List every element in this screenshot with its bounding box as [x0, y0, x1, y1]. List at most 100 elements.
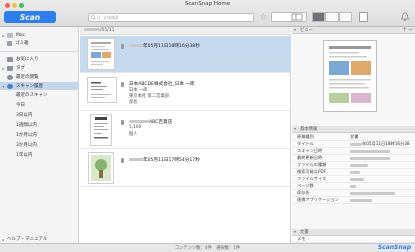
scan-history-icon [7, 83, 13, 89]
redacted-text [350, 156, 390, 160]
prop-row: ファイルサイズ [292, 176, 415, 183]
pane-layout-icon [291, 13, 303, 21]
disclosure-icon[interactable]: ▸ [0, 33, 7, 38]
preview-title: ビュー [300, 28, 313, 33]
sidebar-item-3months[interactable]: 3か月以内 [16, 142, 37, 148]
redacted-text [350, 149, 390, 153]
sidebar-item-label: Mac [16, 32, 26, 38]
sidebar-item-today[interactable]: 今日 [16, 102, 25, 108]
brand-logo: ScanSnap [377, 244, 411, 251]
redacted-text [350, 184, 356, 188]
sidebar-item-favorites[interactable]: お気に入り [0, 55, 79, 63]
sidebar-item-label: ゴミ箱 [15, 41, 29, 46]
detail-pane: ▾ ビュー + − ▾ 基本情報 原稿種別 文書 タイトル 年05月11日18時… [292, 26, 415, 243]
toolbar: ScanSnap Home Scan Q- 全体検索 ☆ [0, 0, 415, 27]
sidebar-item-mac[interactable]: ▸ Mac [0, 31, 79, 39]
disclosure-icon[interactable]: ▾ [294, 126, 296, 131]
document-thumbnail [87, 38, 115, 70]
item-detail: 5,160 [129, 125, 142, 130]
document-preview[interactable] [323, 40, 377, 112]
favorites-icon [7, 56, 13, 62]
tag-icon [7, 65, 13, 71]
content-list: /05/11 年05月11日18時16分38秒 日本ABCDE株式会社_日本 一… [80, 27, 291, 243]
redacted-text [350, 177, 364, 181]
prop-key: ファイルサイズ [297, 176, 327, 181]
favorite-star-icon[interactable]: ☆ [259, 12, 268, 22]
detail-view-icon[interactable] [325, 12, 339, 22]
zoom-out-button[interactable]: − [408, 26, 413, 33]
thumbnail-view-icon[interactable] [338, 12, 352, 22]
view-mode-switch[interactable] [312, 12, 352, 22]
sidebar-item-scan-history[interactable]: ▾ スキャン履歴 [0, 82, 79, 90]
prop-key: 最終更新日時 [297, 155, 323, 160]
notification-bell-icon[interactable] [400, 12, 410, 22]
prop-row: ページ数 [292, 183, 415, 190]
search-icon [91, 15, 96, 20]
info-section-header[interactable]: ▾ 基本情報 [292, 126, 415, 133]
redacted-text [129, 44, 143, 47]
pane-toggle-button[interactable] [271, 12, 307, 22]
prop-key: 原稿種別 [297, 134, 314, 139]
prop-key: ファイルの種類 [297, 162, 327, 167]
zoom-in-button[interactable]: + [402, 26, 407, 33]
prop-key: タイトル [297, 141, 314, 146]
sidebar-item-label: 最近の閲覧 [16, 75, 39, 80]
list-item[interactable]: 年05月11日17時54分17秒 [80, 150, 291, 187]
sidebar-item-1year[interactable]: 1年以内 [16, 152, 32, 158]
prop-value[interactable]: 文書 [350, 134, 358, 140]
disclosure-icon[interactable]: ▸ [0, 66, 7, 71]
sidebar: ▸ Mac ゴミ箱 お気に入り ▸ タグ 最近の閲覧 ▾ スキャン履歴 最近のス… [0, 27, 79, 243]
redacted-text [350, 191, 395, 195]
memo-field[interactable]: メモ [292, 236, 415, 243]
receipt-thumbnail [90, 114, 112, 146]
prop-key: 連携アプリケーション [297, 197, 339, 202]
prop-row: タイトル 年05月11日18時16分38 [292, 141, 415, 148]
redacted-text [84, 28, 100, 31]
business-card-thumbnail [87, 77, 117, 103]
item-title: 年05月11日17時54分17秒 [143, 158, 200, 163]
disclosure-icon[interactable]: ▾ [0, 84, 7, 89]
sidebar-item-trash[interactable]: ゴミ箱 [0, 39, 79, 47]
list-item[interactable]: ABC百貨店 5,160 個人 [80, 112, 291, 149]
help-manual-link[interactable]: ▸ ヘルプ・マニュアル [0, 235, 79, 243]
memo-section-header[interactable]: ▾ 文書 [292, 229, 415, 236]
scan-source-icon [121, 120, 124, 125]
search-placeholder: Q- 全体検索 [97, 15, 119, 20]
prop-row: 最終更新日時 [292, 155, 415, 162]
disclosure-icon[interactable]: ▾ [294, 229, 296, 234]
status-bar: コンテンツ数：4件 選択数：1件 ScanSnap [0, 243, 415, 252]
status-message: コンテンツ数：4件 選択数：1件 [174, 246, 241, 251]
redacted-text [350, 170, 360, 174]
sidebar-item-tags[interactable]: ▸ タグ [0, 64, 79, 72]
sidebar-item-label: タグ [16, 66, 25, 71]
preview-section-header[interactable]: ▾ ビュー + − [292, 26, 415, 34]
disclosure-icon[interactable]: ▾ [294, 27, 296, 32]
sidebar-item-1month[interactable]: 1か月以内 [16, 132, 37, 138]
info-title: 基本情報 [300, 127, 318, 132]
redacted-text [350, 142, 362, 146]
scan-source-icon [121, 158, 124, 163]
memo-label: メモ [297, 236, 306, 241]
calendar-icon[interactable] [359, 12, 368, 22]
prop-key: 検索可能なPDF [297, 169, 327, 174]
prop-key: スキャン日時 [297, 148, 323, 153]
divider [0, 51, 79, 52]
prop-row: 保存先 [292, 190, 415, 197]
sidebar-item-latest[interactable]: 最近のスキャン [16, 92, 48, 98]
scan-button[interactable]: Scan [4, 11, 56, 23]
item-title: ABC百貨店 [149, 120, 173, 125]
item-detail: 個人 [129, 132, 138, 137]
help-label: ヘルプ・マニュアル [7, 237, 48, 242]
prop-value[interactable]: 年05月11日18時16分38 [362, 141, 410, 146]
memo-title: 文書 [300, 230, 309, 235]
sidebar-item-1week[interactable]: 1週間以内 [16, 122, 37, 128]
search-input[interactable]: Q- 全体検索 [88, 13, 254, 22]
list-item[interactable]: 日本ABCDE株式会社_日本 一郎 日本 一郎 東京本社 第二営業部 部長 [80, 74, 291, 111]
sidebar-item-label: スキャン履歴 [16, 84, 43, 89]
prop-row: ファイルの種類 [292, 162, 415, 169]
list-view-icon[interactable] [312, 12, 326, 22]
sidebar-item-3days[interactable]: 3日以内 [16, 112, 32, 118]
list-item[interactable]: 年05月11日18時16分38秒 [80, 36, 291, 73]
prop-row: スキャン日時 [292, 148, 415, 155]
sidebar-item-recent[interactable]: 最近の閲覧 [0, 73, 79, 81]
